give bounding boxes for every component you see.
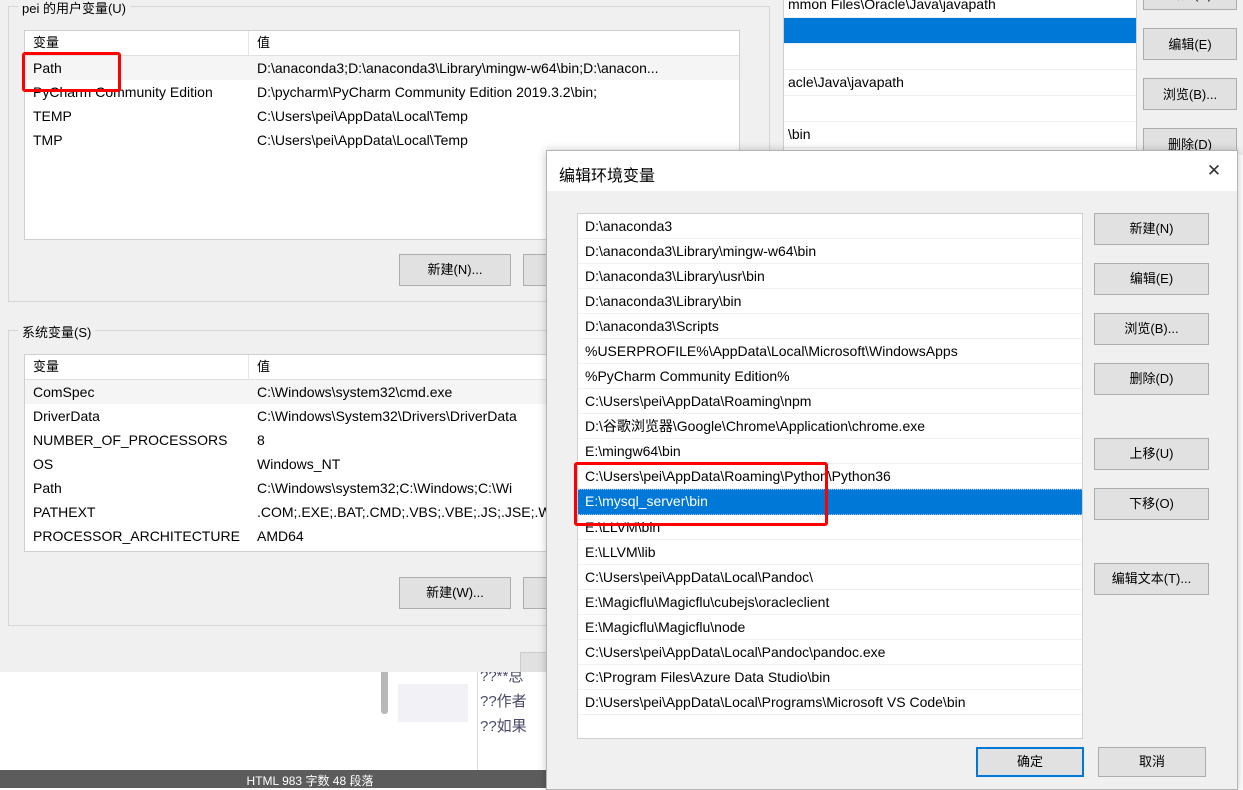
background-side-buttons: 新建(N) 编辑(E) 浏览(B)... 删除(D) xyxy=(1143,0,1243,155)
user-new-button[interactable]: 新建(N)... xyxy=(399,254,511,286)
variable-name: PROCESSOR_ARCHITECTURE xyxy=(33,528,240,544)
user-variables-group-title: pei 的用户变量(U) xyxy=(18,0,131,17)
background-browse-button[interactable]: 浏览(B)... xyxy=(1143,78,1237,110)
background-environment-window: mmon Files\Oracle\Java\javapath acle\Jav… xyxy=(775,0,1243,155)
move-down-button[interactable]: 下移(O) xyxy=(1094,488,1209,520)
table-row[interactable]: TEMP C:\Users\pei\AppData\Local\Temp xyxy=(25,104,739,128)
list-item[interactable]: E:\Magicflu\Magicflu\cubejs\oracleclient xyxy=(578,590,1082,615)
variable-name: ComSpec xyxy=(33,384,95,400)
edit-button[interactable]: 编辑(E) xyxy=(1094,263,1209,295)
list-item-selected[interactable] xyxy=(784,18,1136,44)
button-group-spacer xyxy=(1094,413,1209,438)
list-item[interactable]: C:\Users\pei\AppData\Local\Pandoc\pandoc… xyxy=(578,640,1082,665)
list-item[interactable]: E:\LLVM\lib xyxy=(578,540,1082,565)
dialog-footer: 确定 取消 xyxy=(547,737,1237,789)
editor-status-bar: HTML 983 字数 48 段落 xyxy=(0,770,620,788)
editor-outline-item xyxy=(398,684,468,722)
table-row[interactable]: PyCharm Community Edition D:\pycharm\PyC… xyxy=(25,80,739,104)
variable-name: OS xyxy=(33,456,54,472)
list-item-selected[interactable]: E:\mysql_server\bin xyxy=(578,489,1082,515)
background-path-list[interactable]: mmon Files\Oracle\Java\javapath acle\Jav… xyxy=(783,0,1137,155)
column-header-name[interactable]: 变量 xyxy=(25,31,249,55)
close-icon[interactable]: ✕ xyxy=(1191,151,1237,191)
list-item[interactable]: \bin xyxy=(784,122,1136,148)
variable-name: PROCESSOR_IDENTIFIER xyxy=(25,548,249,551)
variable-value: C:\Users\pei\AppData\Local\Temp xyxy=(257,132,468,148)
variable-name: Path xyxy=(33,480,62,496)
list-item[interactable]: D:\anaconda3\Library\bin xyxy=(578,289,1082,314)
list-item[interactable]: D:\anaconda3\Library\usr\bin xyxy=(578,264,1082,289)
cancel-button[interactable]: 取消 xyxy=(1098,747,1206,777)
edit-environment-variable-dialog: 编辑环境变量 ✕ D:\anaconda3 D:\anaconda3\Libra… xyxy=(546,150,1238,790)
ok-button[interactable]: 确定 xyxy=(976,747,1084,777)
variable-value: C:\Users\pei\AppData\Local\Temp xyxy=(257,108,468,124)
list-item[interactable]: E:\Magicflu\Magicflu\node xyxy=(578,615,1082,640)
background-new-button[interactable]: 新建(N) xyxy=(1143,0,1237,10)
system-new-button[interactable]: 新建(W)... xyxy=(399,577,511,609)
background-edit-button[interactable]: 编辑(E) xyxy=(1143,28,1237,60)
edit-text-button[interactable]: 编辑文本(T)... xyxy=(1094,563,1209,595)
column-header-value[interactable]: 值 xyxy=(249,31,739,55)
list-item[interactable] xyxy=(784,44,1136,70)
variable-name: NUMBER_OF_PROCESSORS xyxy=(33,432,228,448)
button-group-spacer xyxy=(1094,538,1209,563)
list-item[interactable]: D:\谷歌浏览器\Google\Chrome\Application\chrom… xyxy=(578,414,1082,439)
list-item[interactable]: E:\LLVM\bin xyxy=(578,515,1082,540)
system-variables-group-title: 系统变量(S) xyxy=(18,322,96,341)
variable-name: PyCharm Community Edition xyxy=(33,84,213,100)
variable-name: Path xyxy=(33,60,62,76)
new-button[interactable]: 新建(N) xyxy=(1094,213,1209,245)
list-item[interactable]: C:\Users\pei\AppData\Roaming\npm xyxy=(578,389,1082,414)
variable-name: TEMP xyxy=(33,108,72,124)
dialog-side-buttons: 新建(N) 编辑(E) 浏览(B)... 删除(D) 上移(U) 下移(O) 编… xyxy=(1094,213,1209,613)
column-header-name[interactable]: 变量 xyxy=(25,355,249,379)
move-up-button[interactable]: 上移(U) xyxy=(1094,438,1209,470)
list-item[interactable]: C:\Program Files\Azure Data Studio\bin xyxy=(578,665,1082,690)
background-document-editor: ??**总 ??作者 ??如果 xyxy=(0,660,620,788)
list-item[interactable] xyxy=(784,96,1136,122)
list-item[interactable]: C:\Users\pei\AppData\Roaming\Python\Pyth… xyxy=(578,464,1082,489)
user-grid-header: 变量 值 xyxy=(25,31,739,56)
variable-name: TMP xyxy=(33,132,63,148)
dialog-title-bar: 编辑环境变量 ✕ xyxy=(547,151,1237,192)
variable-value: D:\anaconda3;D:\anaconda3\Library\mingw-… xyxy=(257,60,659,76)
dialog-title: 编辑环境变量 xyxy=(559,168,656,185)
delete-button[interactable]: 删除(D) xyxy=(1094,363,1209,395)
list-item[interactable]: %PyCharm Community Edition% xyxy=(578,364,1082,389)
list-item[interactable]: D:\anaconda3\Library\mingw-w64\bin xyxy=(578,239,1082,264)
list-item[interactable]: E:\mingw64\bin xyxy=(578,439,1082,464)
list-item[interactable]: C:\Users\pei\AppData\Local\Pandoc\ xyxy=(578,565,1082,590)
path-entries-list[interactable]: D:\anaconda3 D:\anaconda3\Library\mingw-… xyxy=(577,213,1083,739)
table-row[interactable]: TMP C:\Users\pei\AppData\Local\Temp xyxy=(25,128,739,152)
variable-value: D:\pycharm\PyCharm Community Edition 201… xyxy=(257,84,598,100)
browse-button[interactable]: 浏览(B)... xyxy=(1094,313,1209,345)
editor-outline-panel xyxy=(392,660,478,770)
list-item[interactable]: acle\Java\javapath xyxy=(784,70,1136,96)
editor-page-area xyxy=(0,660,390,770)
variable-name: PATHEXT xyxy=(33,504,96,520)
list-item[interactable]: %USERPROFILE%\AppData\Local\Microsoft\Wi… xyxy=(578,339,1082,364)
table-row[interactable]: Path D:\anaconda3;D:\anaconda3\Library\m… xyxy=(25,56,739,80)
list-item[interactable]: D:\Users\pei\AppData\Local\Programs\Micr… xyxy=(578,690,1082,715)
variable-name: DriverData xyxy=(33,408,100,424)
list-item[interactable]: D:\anaconda3\Scripts xyxy=(578,314,1082,339)
list-item[interactable]: mmon Files\Oracle\Java\javapath xyxy=(784,0,1136,18)
list-item[interactable]: D:\anaconda3 xyxy=(578,214,1082,239)
list-item-empty[interactable] xyxy=(578,715,1082,738)
